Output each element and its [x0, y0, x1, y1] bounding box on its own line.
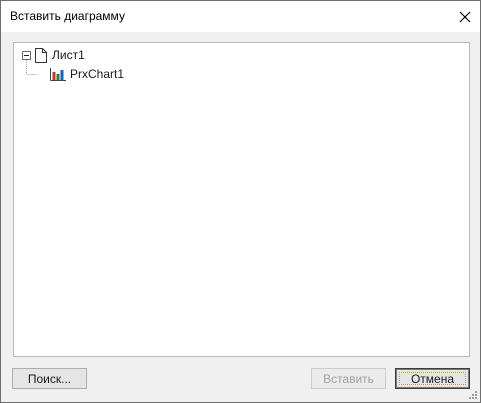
chart-tree[interactable]: Лист1 PrxChart1 — [13, 42, 470, 357]
tree-node-chart[interactable]: PrxChart1 — [50, 65, 124, 83]
cancel-button-label: Отмена — [410, 371, 455, 386]
bar-chart-icon — [50, 67, 66, 81]
dialog-title: Вставить диаграмму — [10, 9, 125, 23]
tree-node-sheet[interactable]: Лист1 — [35, 46, 85, 64]
insert-chart-dialog: Вставить диаграмму Лист1 PrxChart1 Поиск… — [0, 0, 481, 403]
resize-grip-icon[interactable] — [468, 390, 478, 400]
close-icon — [459, 11, 470, 22]
title-bar: Вставить диаграмму — [1, 1, 480, 32]
cancel-button[interactable]: Отмена — [395, 368, 470, 389]
tree-connector — [26, 60, 37, 75]
tree-node-label: Лист1 — [52, 48, 85, 62]
tree-node-label: PrxChart1 — [70, 67, 125, 81]
close-button[interactable] — [449, 1, 480, 32]
search-button[interactable]: Поиск... — [12, 368, 87, 389]
insert-button[interactable]: Вставить — [311, 368, 386, 389]
collapse-icon[interactable] — [22, 51, 31, 60]
